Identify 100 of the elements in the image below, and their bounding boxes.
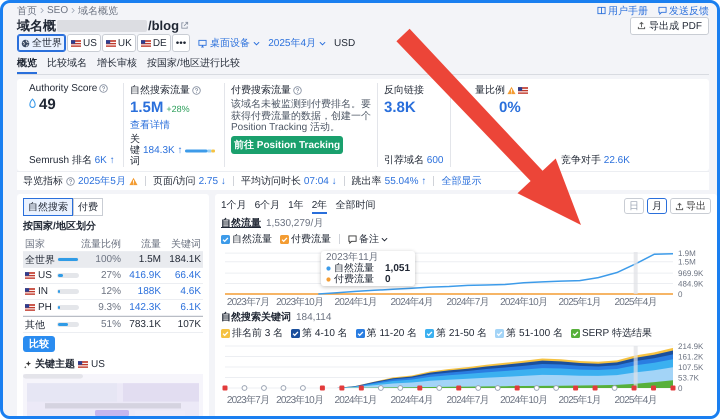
region-button[interactable]: UK: [102, 34, 136, 52]
show-all-link[interactable]: 全部显示: [441, 174, 482, 188]
flag-marker-icon[interactable]: [358, 386, 364, 390]
metric-footer-value[interactable]: 600: [426, 155, 444, 166]
checkbox[interactable]: [495, 328, 504, 338]
help-icon[interactable]: [66, 176, 75, 186]
metric-footer-value[interactable]: 22.6K: [604, 155, 630, 166]
region-button[interactable]: US: [67, 34, 101, 52]
strip-value[interactable]: 07:04 ↓: [304, 176, 337, 186]
help-link[interactable]: 用户手册: [597, 4, 648, 18]
strip-value[interactable]: 2025年5月: [78, 174, 126, 188]
flag-marker-icon[interactable]: [514, 386, 520, 390]
toggle-button[interactable]: 付费: [73, 198, 103, 216]
view-button[interactable]: 月: [647, 198, 667, 214]
table-cell[interactable]: 6.1K: [163, 302, 201, 313]
checkbox[interactable]: [280, 234, 289, 244]
help-icon[interactable]: [99, 84, 108, 93]
region-button[interactable]: 全世界: [17, 34, 66, 52]
table-cell[interactable]: 4.6K: [163, 286, 201, 297]
strip-value[interactable]: 2.75 ↓: [198, 176, 226, 186]
table-cell[interactable]: 188K: [123, 286, 161, 297]
table-row[interactable]: PH 9.3% 142.3K 6.1K: [23, 300, 203, 316]
month-dropdown[interactable]: 2025年4月: [268, 36, 326, 50]
table-cell[interactable]: 142.3K: [123, 302, 161, 313]
circle-marker-icon[interactable]: [494, 385, 501, 391]
flag-icon: [78, 360, 88, 368]
range-tab[interactable]: 1个月: [221, 198, 247, 214]
export-button[interactable]: 导出: [670, 198, 711, 214]
checkbox[interactable]: [221, 328, 230, 338]
table-cell[interactable]: 416.9K: [123, 270, 161, 281]
checkbox[interactable]: [356, 328, 365, 338]
metric-value[interactable]: 3.8K: [384, 99, 416, 116]
device-dropdown[interactable]: 桌面设备: [198, 36, 260, 50]
circle-marker-icon[interactable]: [242, 385, 248, 391]
checkbox[interactable]: [425, 328, 434, 338]
flag-marker-icon[interactable]: [222, 386, 228, 390]
axis-tick-label: 484.9K: [678, 280, 704, 289]
flag-marker-icon[interactable]: [651, 386, 656, 390]
range-tab[interactable]: 6个月: [254, 198, 280, 214]
flag-marker-icon[interactable]: [670, 386, 676, 390]
circle-marker-icon[interactable]: [436, 385, 442, 391]
metric-value[interactable]: 0%: [499, 99, 521, 116]
table-row[interactable]: US 27% 416.9K 66.4K: [23, 268, 203, 284]
strip-value[interactable]: 55.04% ↑: [384, 176, 426, 186]
flag-marker-icon[interactable]: [339, 386, 344, 390]
strip-label: 平均访问时长: [240, 174, 301, 188]
position-tracking-button[interactable]: 前往 Position Tracking: [231, 136, 344, 154]
circle-marker-icon[interactable]: [553, 385, 560, 391]
external-link-icon[interactable]: [180, 21, 190, 30]
metric-footer-value[interactable]: 6K ↑: [94, 155, 115, 166]
breadcrumb-link[interactable]: 域名概览: [78, 4, 118, 18]
circle-marker-icon[interactable]: [378, 385, 384, 391]
export-pdf-button[interactable]: 导出成 PDF: [630, 16, 709, 34]
checkbox[interactable]: [221, 234, 230, 244]
checkbox[interactable]: [291, 328, 300, 338]
circle-marker-icon[interactable]: [534, 385, 540, 391]
table-row[interactable]: 其他 51% 783.1K 107K: [23, 316, 203, 333]
compare-button[interactable]: 比较: [23, 336, 55, 352]
table-row[interactable]: IN 12% 188K 4.6K: [23, 284, 203, 300]
breadcrumb-link[interactable]: 首页: [17, 4, 37, 18]
checkbox[interactable]: [570, 328, 580, 338]
region-button[interactable]: DE: [136, 34, 171, 52]
flag-marker-icon[interactable]: [320, 386, 325, 390]
notes-dropdown[interactable]: 备注: [348, 232, 388, 246]
metric-value[interactable]: 1.5M: [130, 99, 164, 116]
flag-marker-icon[interactable]: [592, 386, 598, 390]
change-value: +28%: [166, 104, 190, 114]
tab[interactable]: 增长审核: [97, 54, 137, 74]
details-link[interactable]: 查看详情: [130, 118, 218, 132]
range-tab[interactable]: 全部时间: [335, 198, 376, 214]
toggle-button[interactable]: 自然搜索: [23, 198, 73, 216]
flag-icon: [25, 272, 35, 279]
circle-marker-icon[interactable]: [397, 385, 404, 391]
tab[interactable]: 比较域名: [47, 54, 87, 74]
flag-marker-icon[interactable]: [632, 386, 637, 390]
circle-marker-icon[interactable]: [475, 385, 482, 391]
keywords-value[interactable]: 184.3K ↑: [143, 145, 182, 156]
help-link[interactable]: 发送反馈: [658, 4, 709, 18]
table-row[interactable]: 全世界 100% 1.5M 184.1K: [23, 252, 203, 268]
view-button[interactable]: 日: [624, 198, 644, 214]
tab[interactable]: 概览: [17, 54, 37, 74]
flag-icon: [71, 40, 81, 46]
region-button[interactable]: •••: [172, 34, 190, 52]
breadcrumb-link[interactable]: SEO: [47, 5, 68, 16]
authority-icon: [29, 98, 36, 109]
circle-marker-icon[interactable]: [261, 385, 267, 391]
circle-marker-icon[interactable]: [280, 385, 286, 391]
circle-marker-icon[interactable]: [300, 385, 306, 391]
flag-marker-icon[interactable]: [573, 386, 578, 390]
circle-marker-icon[interactable]: [612, 385, 618, 391]
tab[interactable]: 按国家/地区进行比较: [147, 54, 240, 74]
chart-total: 1,530,279/月: [266, 217, 324, 230]
help-icon[interactable]: [293, 86, 302, 94]
flag-marker-icon[interactable]: [456, 386, 462, 390]
range-tab[interactable]: 2年: [312, 198, 328, 214]
flag-marker-icon[interactable]: [417, 386, 422, 390]
help-icon[interactable]: [192, 86, 201, 94]
table-cell-text: 全世界: [25, 254, 55, 266]
table-cell[interactable]: 66.4K: [163, 270, 201, 281]
range-tab[interactable]: 1年: [288, 198, 304, 214]
